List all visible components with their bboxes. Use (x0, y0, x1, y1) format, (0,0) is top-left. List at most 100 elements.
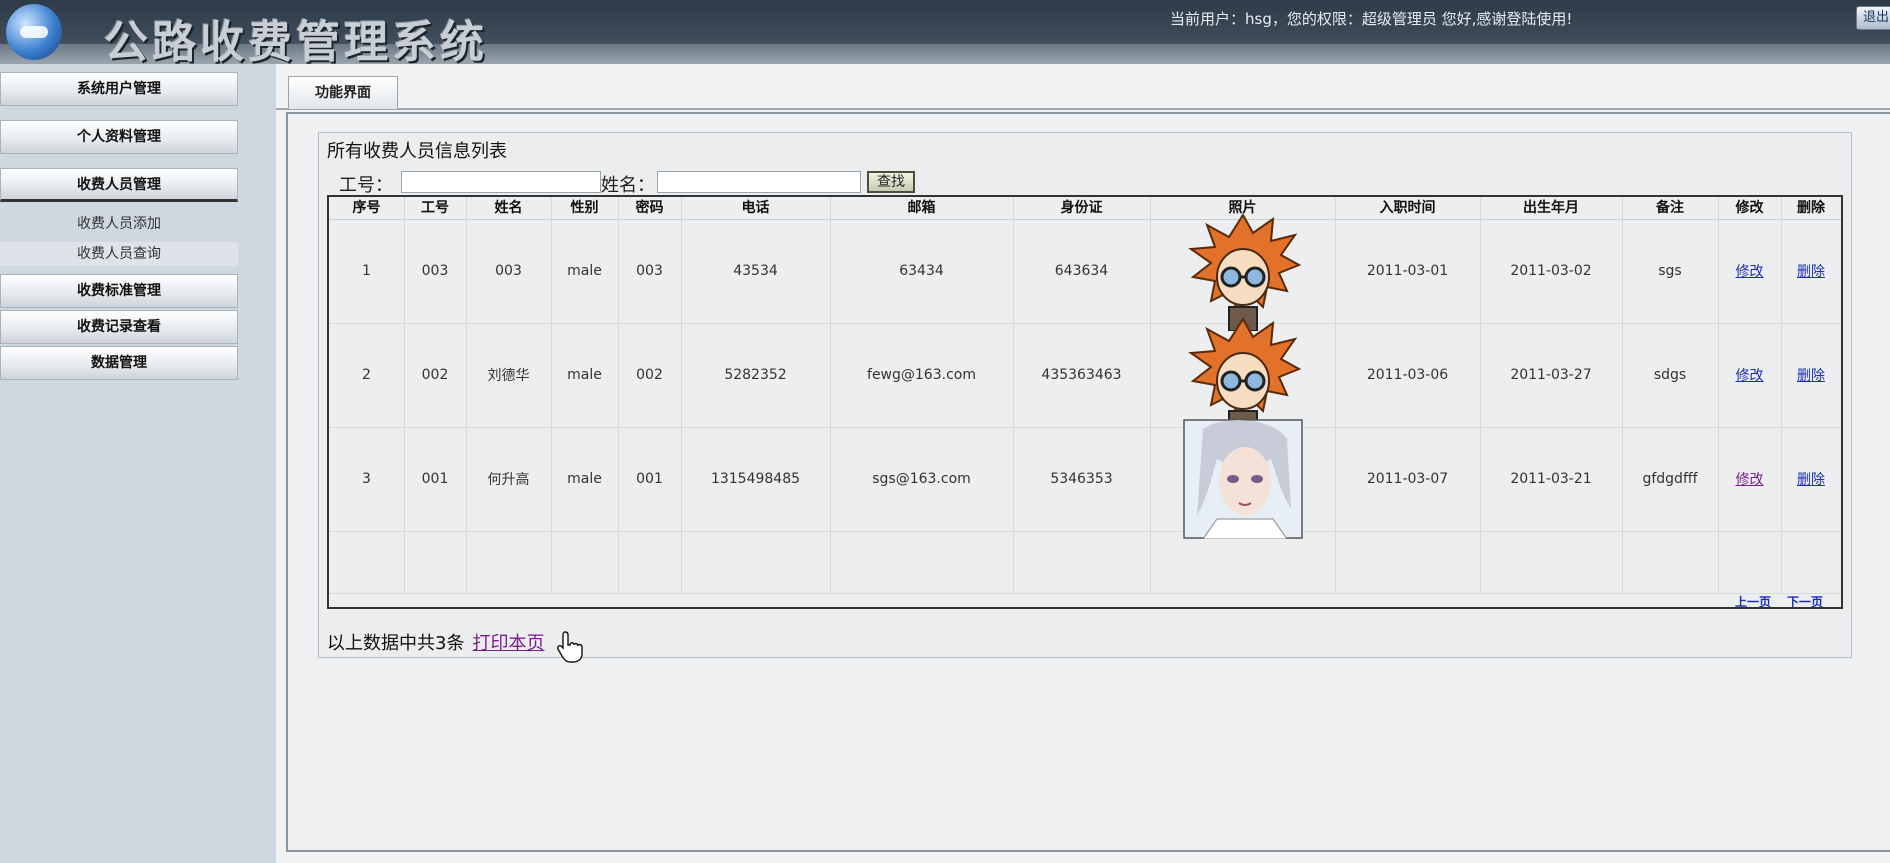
cell-delete: 删除 (1781, 219, 1841, 323)
header-delete: 删除 (1781, 197, 1841, 220)
cell-note: gfdgdfff (1622, 427, 1718, 531)
cell-seq: 2 (329, 323, 404, 427)
cell-password: 003 (618, 219, 681, 323)
main-content: 功能界面 所有收费人员信息列表 工号： 姓名： 查找 序号 工号 姓名 性别 密码 电话邮… (276, 64, 1890, 863)
cell-note-text: gfdgdfff (1642, 471, 1698, 487)
cell-name: 何升高 (466, 427, 551, 531)
cell-delete: 删除 (1781, 323, 1841, 427)
cell-birth-date-text: 2011-03-27 (1510, 367, 1592, 383)
current-user-info: 当前用户：hsg，您的权限：超级管理员 您好,感谢登陆使用! (1170, 10, 1573, 28)
menu-toll-standard[interactable]: 收费标准管理 (0, 274, 238, 308)
menu-profile[interactable]: 个人资料管理 (0, 120, 238, 154)
cell-name-text: 刘德华 (487, 368, 530, 384)
cell-birth-date-text: 2011-03-21 (1510, 471, 1592, 487)
cell-email: 63434 (830, 219, 1013, 323)
cell-emp-id: 001 (404, 427, 466, 531)
cell-emp-id-text: 001 (421, 471, 449, 487)
cell-seq-text: 3 (362, 471, 371, 487)
delete-link[interactable]: 删除 (1797, 469, 1825, 489)
cell-emp-id-text: 002 (421, 367, 449, 383)
cell-note: sgs (1622, 219, 1718, 323)
orange-hair-avatar-photo-icon (1187, 317, 1301, 435)
cell-gender: male (551, 323, 618, 427)
menu-data[interactable]: 数据管理 (0, 346, 238, 380)
cell-name-text: 003 (495, 263, 522, 279)
silver-hair-avatar-photo-icon (1182, 419, 1303, 539)
print-page-link[interactable]: 打印本页 (472, 633, 544, 654)
sub-item-add-staff[interactable]: 收费人员添加 (0, 212, 238, 236)
cell-birth-date: 2011-03-21 (1480, 427, 1622, 531)
menu-toll-staff[interactable]: 收费人员管理 (0, 168, 238, 202)
cell-email-text: sgs@163.com (872, 471, 971, 487)
system-title: 公路收费管理系统 (104, 17, 488, 68)
cell-name: 003 (466, 219, 551, 323)
menu-toll-records[interactable]: 收费记录查看 (0, 310, 238, 344)
id-search-input[interactable] (401, 171, 601, 193)
cell-gender: male (551, 427, 618, 531)
cell-hire-date: 2011-03-01 (1335, 219, 1480, 323)
cell-seq-text: 2 (362, 367, 371, 383)
cell-password-text: 001 (636, 471, 663, 487)
cell-phone: 1315498485 (681, 427, 830, 531)
tab-bar: 功能界面 (276, 72, 1890, 110)
panel-title: 所有收费人员信息列表 (327, 141, 507, 162)
next-page-link[interactable]: 下一页 (1787, 593, 1823, 610)
cell-id-card-text: 643634 (1054, 263, 1109, 279)
delete-link[interactable]: 删除 (1797, 261, 1825, 281)
cell-password-text: 002 (636, 367, 663, 383)
cell-delete: 删除 (1781, 427, 1841, 531)
cell-phone: 43534 (681, 219, 830, 323)
cell-seq: 3 (329, 427, 404, 531)
name-search-input[interactable] (657, 171, 861, 193)
cell-id-card: 5346353 (1013, 427, 1150, 531)
header-id-card: 身份证 (1013, 197, 1150, 220)
cell-edit: 修改 (1718, 427, 1781, 531)
cell-seq: 1 (329, 219, 404, 323)
cell-gender-text: male (567, 367, 602, 383)
edit-link[interactable]: 修改 (1736, 261, 1764, 281)
cell-emp-id: 003 (404, 219, 466, 323)
summary-row: 以上数据中共3条 打印本页 (327, 629, 544, 655)
globe-logo-icon (6, 4, 62, 60)
cell-birth-date: 2011-03-27 (1480, 323, 1622, 427)
cell-photo (1150, 317, 1335, 435)
hand-cursor-icon (557, 631, 583, 663)
cell-id-card: 435363463 (1013, 323, 1150, 427)
cell-email-text: fewg@163.com (867, 367, 976, 383)
staff-list-panel: 所有收费人员信息列表 工号： 姓名： 查找 序号 工号 姓名 性别 密码 电话 邮箱 身份证照… (318, 132, 1852, 658)
cell-id-card-text: 435363463 (1041, 367, 1122, 383)
cell-photo (1150, 419, 1335, 539)
header-emp-id: 工号 (404, 197, 466, 220)
cell-photo (1150, 213, 1335, 331)
header-note: 备注 (1622, 197, 1718, 220)
header-birth-date: 出生年月 (1480, 197, 1622, 220)
tab-function[interactable]: 功能界面 (288, 76, 398, 109)
row-divider (329, 531, 1841, 532)
cell-edit: 修改 (1718, 323, 1781, 427)
delete-link[interactable]: 删除 (1797, 365, 1825, 385)
header-gender: 性别 (551, 197, 618, 220)
staff-table: 序号 工号 姓名 性别 密码 电话 邮箱 身份证 照片 入职时间 出生年月 备注 修改 删除 1 003 003… (327, 195, 1843, 609)
header-email: 邮箱 (830, 197, 1013, 220)
cell-hire-date-text: 2011-03-07 (1366, 471, 1449, 487)
prev-page-link[interactable]: 上一页 (1735, 593, 1771, 610)
cell-phone-text: 43534 (733, 263, 778, 279)
search-button[interactable]: 查找 (867, 171, 915, 193)
logout-button[interactable]: 退出 (1856, 6, 1890, 30)
cell-note-text: sdgs (1653, 367, 1687, 383)
cell-hire-date-text: 2011-03-06 (1366, 367, 1449, 383)
menu-system-users[interactable]: 系统用户管理 (0, 72, 238, 106)
edit-link[interactable]: 修改 (1736, 469, 1764, 489)
header-seq: 序号 (329, 197, 404, 220)
sidebar: 系统用户管理 个人资料管理 收费人员管理 收费人员添加 收费人员查询 收费标准管… (0, 64, 276, 863)
cell-emp-id: 002 (404, 323, 466, 427)
cell-email: fewg@163.com (830, 323, 1013, 427)
cell-phone-text: 1315498485 (710, 471, 801, 487)
cell-gender: male (551, 219, 618, 323)
header-edit: 修改 (1718, 197, 1781, 220)
orange-hair-avatar-photo-icon (1187, 213, 1301, 331)
sub-item-query-staff[interactable]: 收费人员查询 (0, 242, 238, 266)
edit-link[interactable]: 修改 (1736, 365, 1764, 385)
cell-name: 刘德华 (466, 323, 551, 427)
header-phone: 电话 (681, 197, 830, 220)
